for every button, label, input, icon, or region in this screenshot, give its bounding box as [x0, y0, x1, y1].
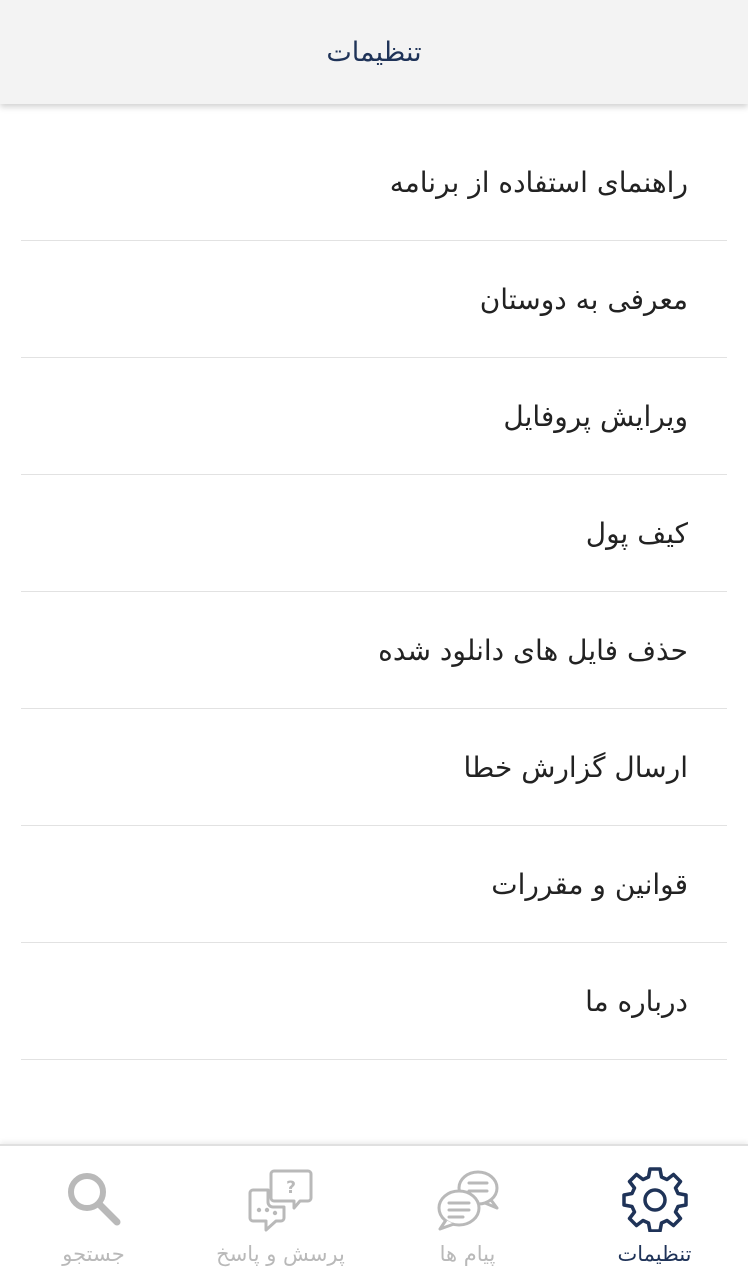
nav-item-messages[interactable]: پیام ها: [374, 1146, 561, 1280]
nav-item-search[interactable]: جستجو: [0, 1146, 187, 1280]
bottom-navigation: جستجو ? پرسش و پاسخ پیام ها تنظیمات: [0, 1144, 748, 1280]
settings-item-delete-downloads[interactable]: حذف فایل های دانلود شده: [21, 592, 727, 709]
settings-item-about-us[interactable]: درباره ما: [21, 943, 727, 1060]
nav-item-settings[interactable]: تنظیمات: [561, 1146, 748, 1280]
settings-list: راهنمای استفاده از برنامه معرفی به دوستا…: [0, 124, 748, 1060]
svg-text:?: ?: [286, 1178, 296, 1198]
settings-item-label: معرفی به دوستان: [479, 282, 688, 316]
settings-item-label: راهنمای استفاده از برنامه: [389, 165, 688, 199]
settings-item-wallet[interactable]: کیف پول: [21, 475, 727, 592]
settings-item-terms[interactable]: قوانین و مقررات: [21, 826, 727, 943]
settings-item-report-bug[interactable]: ارسال گزارش خطا: [21, 709, 727, 826]
settings-item-label: قوانین و مقررات: [491, 867, 688, 901]
page-title: تنظیمات: [326, 36, 422, 68]
nav-label: تنظیمات: [617, 1242, 692, 1266]
settings-item-invite-friends[interactable]: معرفی به دوستان: [21, 241, 727, 358]
settings-item-label: حذف فایل های دانلود شده: [378, 633, 688, 667]
nav-label: جستجو: [62, 1242, 125, 1266]
settings-item-usage-guide[interactable]: راهنمای استفاده از برنامه: [21, 124, 727, 241]
nav-item-questions-answers[interactable]: ? پرسش و پاسخ: [187, 1146, 374, 1280]
search-icon: [67, 1173, 120, 1226]
question-chat-icon: ?: [248, 1169, 312, 1232]
app-bar: تنظیمات: [0, 0, 748, 104]
nav-label: پیام ها: [439, 1242, 496, 1266]
settings-item-label: ویرایش پروفایل: [503, 399, 688, 433]
settings-item-edit-profile[interactable]: ویرایش پروفایل: [21, 358, 727, 475]
settings-item-label: ارسال گزارش خطا: [463, 750, 688, 784]
nav-label: پرسش و پاسخ: [216, 1242, 345, 1266]
gear-icon: [621, 1167, 688, 1232]
settings-item-label: کیف پول: [585, 516, 688, 550]
messages-icon: [437, 1170, 498, 1231]
settings-item-label: درباره ما: [585, 984, 688, 1018]
